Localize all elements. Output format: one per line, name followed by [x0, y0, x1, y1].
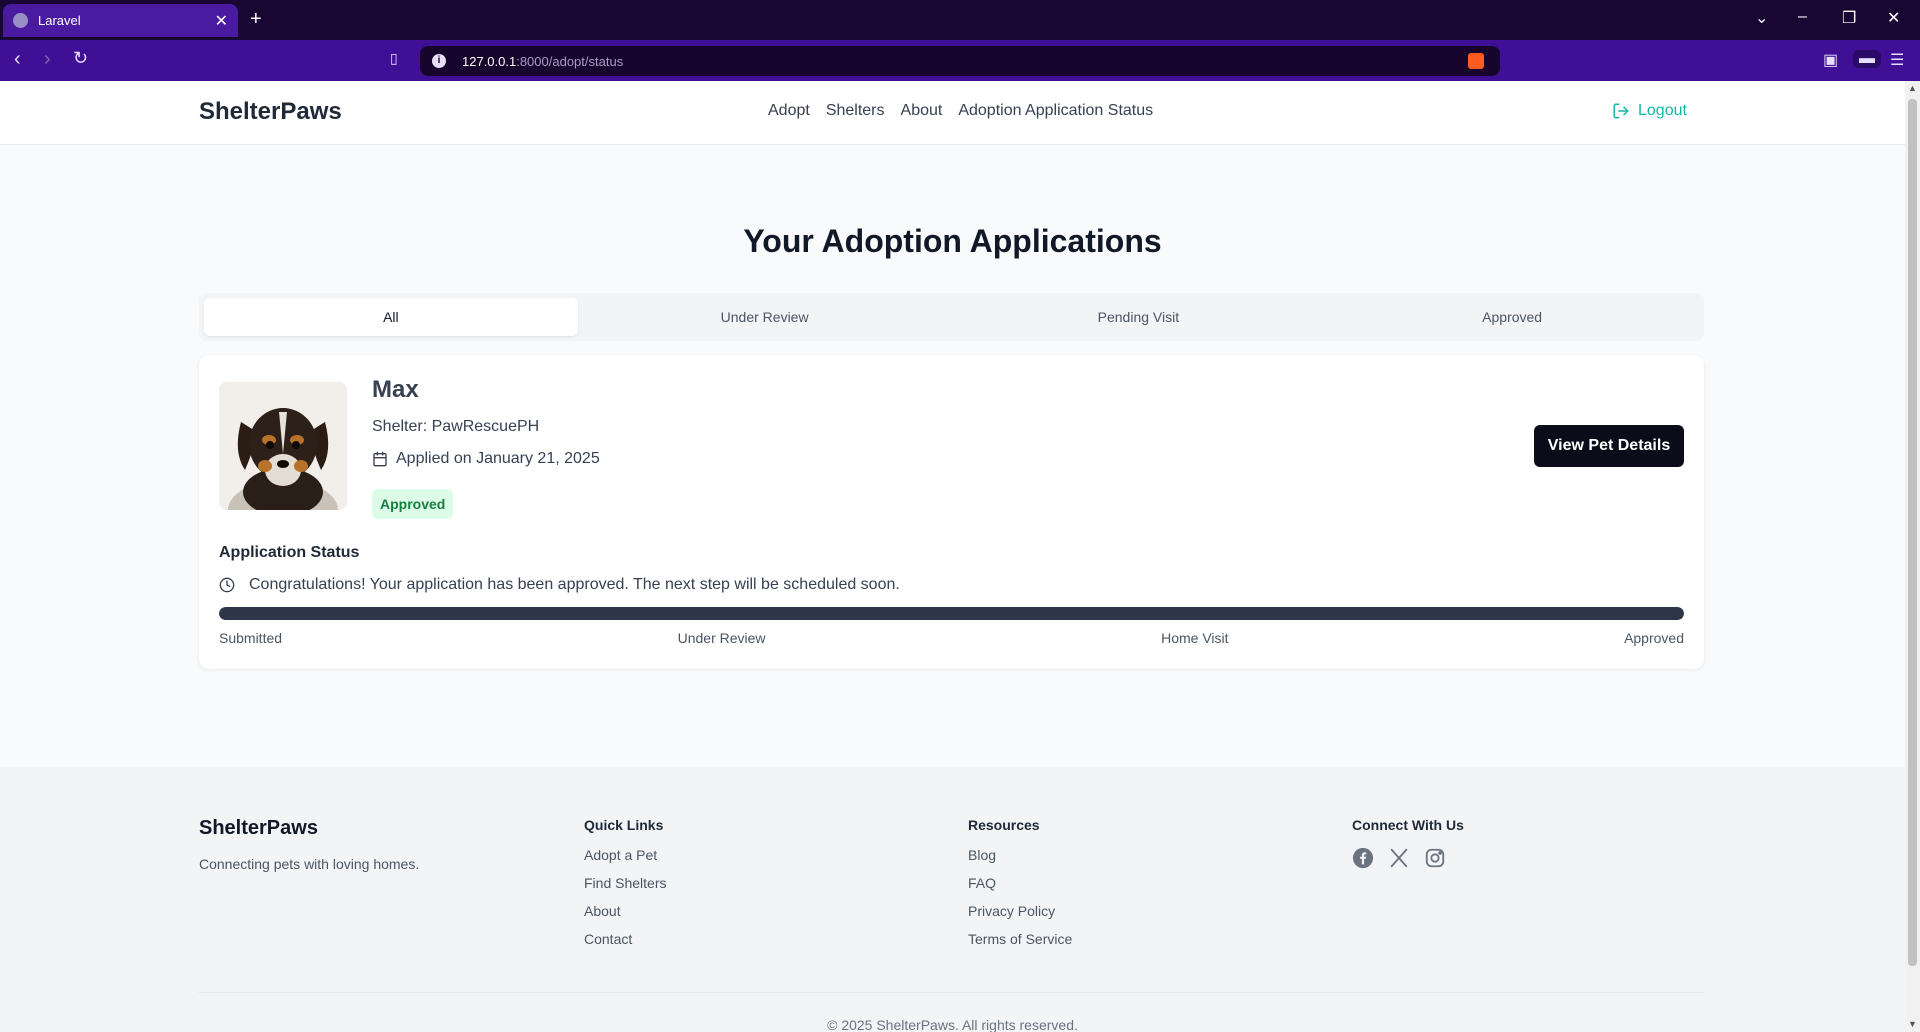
clock-icon [219, 577, 235, 593]
connect-heading: Connect With Us [1352, 817, 1464, 833]
status-badge: Approved [372, 489, 454, 519]
instagram-icon[interactable] [1424, 847, 1446, 869]
browser-toolbar: ‹ › ↻ ▯ i 127.0.0.1 :8000/adopt/status ▣… [0, 40, 1920, 81]
tab-title: Laravel [38, 13, 81, 28]
footer-link-find-shelters[interactable]: Find Shelters [584, 875, 666, 892]
site-brand[interactable]: ShelterPaws [199, 98, 342, 126]
globe-icon [13, 13, 28, 28]
menu-icon[interactable]: ☰ [1890, 50, 1904, 70]
page-viewport: ShelterPaws Adopt Shelters About Adoptio… [0, 81, 1905, 1032]
nav-application-status[interactable]: Adoption Application Status [958, 102, 1153, 120]
x-icon[interactable] [1388, 847, 1410, 869]
pet-name: Max [372, 376, 419, 403]
step-approved: Approved [1624, 630, 1684, 646]
tab-all[interactable]: All [204, 298, 578, 336]
status-tabs: All Under Review Pending Visit Approved [199, 293, 1704, 341]
site-info-icon[interactable]: i [432, 54, 446, 68]
minimize-icon[interactable]: – [1798, 8, 1807, 26]
reload-icon[interactable]: ↻ [73, 48, 88, 69]
new-tab-icon[interactable]: + [250, 8, 262, 31]
close-window-icon[interactable]: ✕ [1887, 8, 1900, 28]
footer-link-contact[interactable]: Contact [584, 931, 666, 948]
nav-shelters[interactable]: Shelters [826, 102, 885, 120]
logout-icon [1613, 103, 1629, 119]
footer-link-adopt-a-pet[interactable]: Adopt a Pet [584, 847, 666, 864]
close-tab-icon[interactable]: ✕ [215, 11, 228, 31]
footer-brand: ShelterPaws [199, 817, 318, 839]
footer-link-about[interactable]: About [584, 903, 666, 920]
address-bar[interactable]: i 127.0.0.1 :8000/adopt/status [420, 46, 1500, 76]
resources-column: Resources Blog FAQ Privacy Policy Terms … [968, 817, 1072, 959]
social-links [1352, 847, 1464, 869]
calendar-icon [373, 451, 387, 467]
footer-tagline: Connecting pets with loving homes. [199, 856, 420, 872]
sidebar-icon[interactable]: ▣ [1823, 50, 1838, 70]
nav-adopt[interactable]: Adopt [768, 102, 810, 120]
copyright: © 2025 ShelterPaws. All rights reserved. [827, 1017, 1078, 1032]
status-message-text: Congratulations! Your application has be… [249, 576, 900, 593]
tab-pending-visit[interactable]: Pending Visit [952, 298, 1326, 336]
application-status-heading: Application Status [219, 544, 360, 561]
site-header: ShelterPaws Adopt Shelters About Adoptio… [0, 81, 1905, 145]
scrollbar-thumb[interactable] [1908, 99, 1917, 966]
browser-tab-bar: Laravel ✕ + ⌄ – ❐ ✕ [0, 0, 1920, 40]
pet-photo [219, 382, 347, 510]
tab-approved[interactable]: Approved [1325, 298, 1699, 336]
url-host: 127.0.0.1 [462, 53, 517, 69]
forward-icon[interactable]: › [44, 48, 51, 71]
progress-steps: Submitted Under Review Home Visit Approv… [219, 630, 1684, 646]
connect-column: Connect With Us [1352, 817, 1464, 869]
footer-link-faq[interactable]: FAQ [968, 875, 1072, 892]
applied-date-text: Applied on January 21, 2025 [396, 450, 600, 467]
facebook-icon[interactable] [1352, 847, 1374, 869]
progress-fill [219, 607, 1684, 620]
restore-icon[interactable]: ❐ [1842, 8, 1856, 28]
page-title: Your Adoption Applications [743, 223, 1162, 259]
tab-search-icon[interactable]: ⌄ [1755, 8, 1768, 28]
step-home-visit: Home Visit [1161, 630, 1229, 646]
back-icon[interactable]: ‹ [14, 48, 21, 71]
status-message: Congratulations! Your application has be… [219, 576, 900, 594]
browser-tab[interactable]: Laravel ✕ [3, 4, 238, 37]
logout-button[interactable]: Logout [1612, 102, 1687, 120]
footer-link-privacy-policy[interactable]: Privacy Policy [968, 903, 1072, 920]
footer-divider [199, 992, 1704, 993]
quick-links-heading: Quick Links [584, 817, 664, 833]
wallet-icon[interactable]: ▬ [1853, 50, 1881, 68]
application-card: Max Shelter: PawRescuePH Applied on Janu… [199, 355, 1704, 669]
step-submitted: Submitted [219, 630, 283, 646]
shelter-name: Shelter: PawRescuePH [372, 418, 540, 435]
footer-link-terms-of-service[interactable]: Terms of Service [968, 931, 1072, 948]
bookmark-icon[interactable]: ▯ [390, 50, 398, 67]
site-footer: ShelterPaws Connecting pets with loving … [0, 767, 1905, 1032]
step-under-review: Under Review [677, 630, 766, 646]
url-path: :8000/adopt/status [516, 53, 624, 69]
quick-links-column: Quick Links Adopt a Pet Find Shelters Ab… [584, 817, 666, 959]
status-progress-bar [219, 607, 1684, 620]
brave-shield-icon[interactable] [1468, 53, 1484, 69]
applied-date: Applied on January 21, 2025 [372, 450, 600, 468]
page-scrollbar[interactable]: ▲ ▼ [1905, 81, 1920, 1032]
logout-label: Logout [1638, 102, 1687, 119]
scroll-up-icon[interactable]: ▲ [1908, 83, 1917, 93]
resources-heading: Resources [968, 817, 1040, 833]
view-pet-details-button[interactable]: View Pet Details [1534, 425, 1684, 467]
scroll-down-icon[interactable]: ▼ [1908, 1019, 1917, 1029]
nav-about[interactable]: About [901, 102, 943, 120]
footer-link-blog[interactable]: Blog [968, 847, 1072, 864]
tab-under-review[interactable]: Under Review [578, 298, 952, 336]
main-nav: Adopt Shelters About Adoption Applicatio… [768, 102, 1153, 120]
